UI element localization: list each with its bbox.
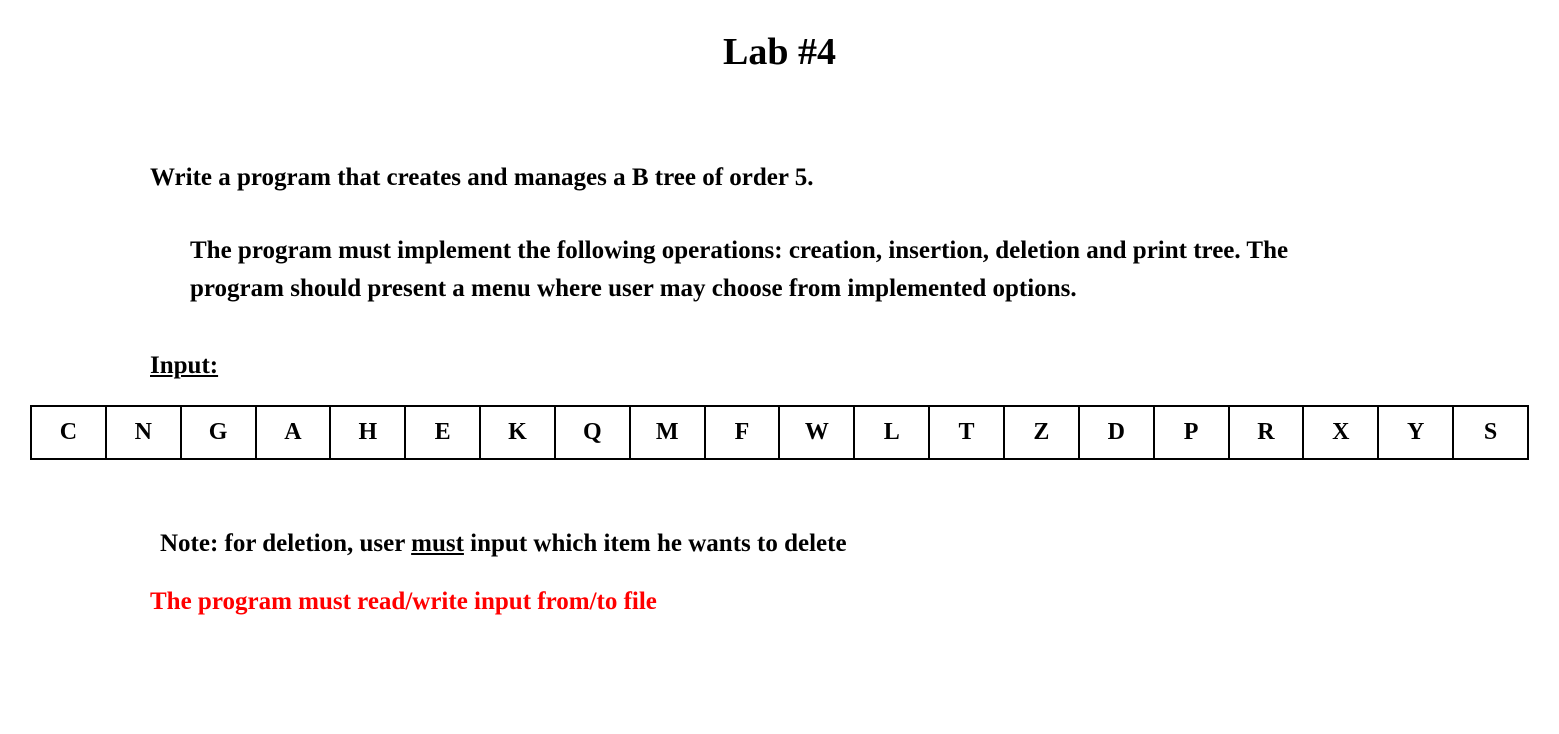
input-cell: E bbox=[405, 406, 480, 459]
input-cell: A bbox=[256, 406, 331, 459]
input-cell: S bbox=[1453, 406, 1528, 459]
input-cell: H bbox=[330, 406, 405, 459]
input-cell: N bbox=[106, 406, 181, 459]
intro-text: Write a program that creates and manages… bbox=[150, 164, 1529, 192]
description-text: The program must implement the following… bbox=[190, 232, 1349, 307]
file-requirement-text: The program must read/write input from/t… bbox=[150, 588, 1529, 616]
input-cell: W bbox=[779, 406, 854, 459]
note-underlined: must bbox=[411, 530, 464, 557]
input-table: C N G A H E K Q M F W L T Z D P R X Y S bbox=[30, 405, 1529, 460]
input-cell: T bbox=[929, 406, 1004, 459]
input-cell: X bbox=[1303, 406, 1378, 459]
input-cell: D bbox=[1079, 406, 1154, 459]
input-cell: Q bbox=[555, 406, 630, 459]
note-suffix: input which item he wants to delete bbox=[464, 530, 847, 557]
input-cell: K bbox=[480, 406, 555, 459]
input-cell: G bbox=[181, 406, 256, 459]
input-cell: F bbox=[705, 406, 780, 459]
input-cell: L bbox=[854, 406, 929, 459]
input-label: Input: bbox=[150, 352, 1529, 380]
input-cell: C bbox=[31, 406, 106, 459]
input-cell: P bbox=[1154, 406, 1229, 459]
note-prefix: Note: for deletion, user bbox=[160, 530, 411, 557]
input-cell: R bbox=[1229, 406, 1304, 459]
note-text: Note: for deletion, user must input whic… bbox=[160, 530, 1529, 558]
page-title: Lab #4 bbox=[30, 30, 1529, 74]
input-row: C N G A H E K Q M F W L T Z D P R X Y S bbox=[31, 406, 1528, 459]
input-cell: Z bbox=[1004, 406, 1079, 459]
input-cell: Y bbox=[1378, 406, 1453, 459]
input-cell: M bbox=[630, 406, 705, 459]
